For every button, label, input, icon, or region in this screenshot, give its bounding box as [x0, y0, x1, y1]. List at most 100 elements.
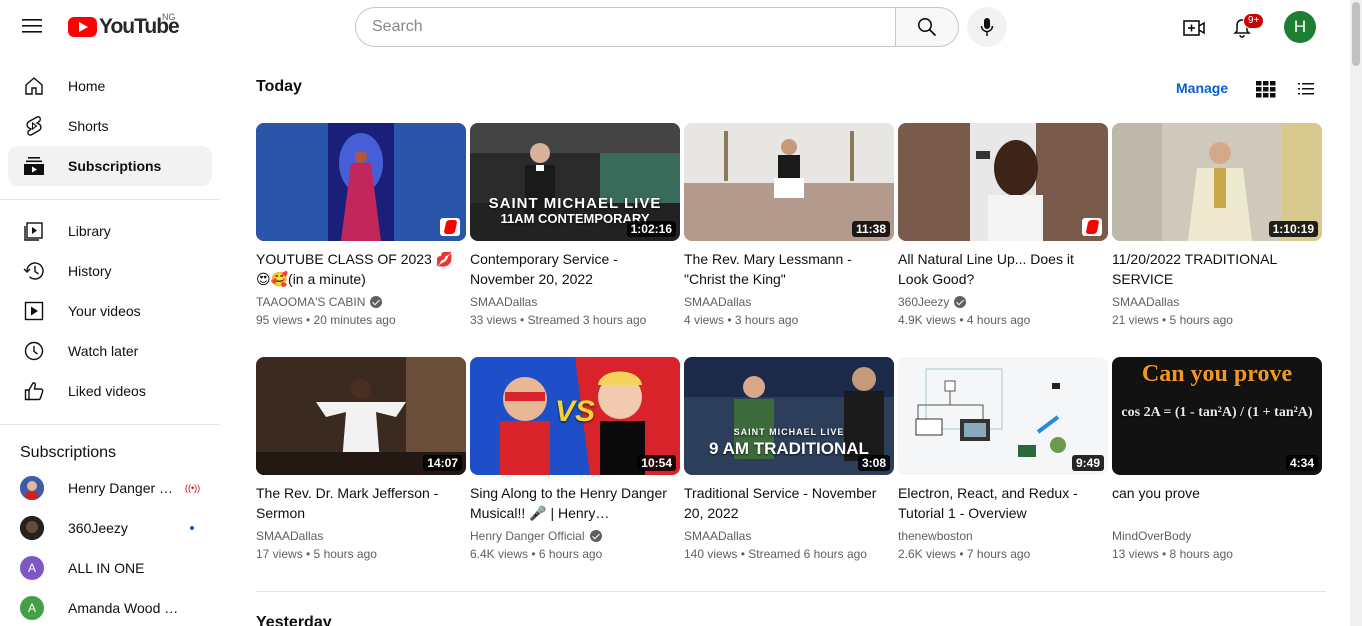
video-thumbnail[interactable]: SAINT MICHAEL LIVE 11AM CONTEMPORARY 1:0…: [470, 123, 680, 241]
history-icon: [22, 259, 46, 283]
video-thumbnail[interactable]: 9:49: [898, 357, 1108, 475]
video-thumbnail[interactable]: VS 10:54: [470, 357, 680, 475]
create-button[interactable]: [1174, 8, 1214, 48]
video-meta: 6.4K views • 6 hours ago: [470, 547, 603, 561]
channel-name[interactable]: MindOverBody: [1112, 527, 1322, 545]
video-meta: 2.6K views • 7 hours ago: [898, 547, 1031, 561]
shorts-badge-icon: [440, 218, 460, 236]
video-title[interactable]: YOUTUBE CLASS OF 2023 💋 😍🥰(in a minute): [256, 249, 466, 289]
account-avatar[interactable]: H: [1284, 11, 1316, 43]
channel-name-text: 360Jeezy: [898, 295, 950, 309]
video-title[interactable]: The Rev. Mary Lessmann - "Christ the Kin…: [684, 249, 894, 289]
video-duration: 1:02:16: [626, 221, 676, 237]
sidebar-item-library[interactable]: Library: [8, 211, 212, 251]
channel-name[interactable]: SMAADallas: [684, 527, 894, 545]
sidebar-sub-all-in-one[interactable]: A ALL IN ONE: [8, 548, 212, 588]
video-duration: 9:49: [1071, 455, 1104, 471]
microphone-icon: [980, 18, 994, 36]
video-thumbnail[interactable]: 11:38: [684, 123, 894, 241]
channel-name[interactable]: thenewboston: [898, 527, 1108, 545]
channel-name[interactable]: TAAOOMA'S CABIN: [256, 293, 466, 311]
video-thumbnail[interactable]: 14:07: [256, 357, 466, 475]
video-card[interactable]: All Natural Line Up... Does it Look Good…: [898, 123, 1108, 329]
video-card[interactable]: 9:49 Electron, React, and Redux - Tutori…: [898, 357, 1108, 563]
video-thumbnail[interactable]: 1:10:19: [1112, 123, 1322, 241]
voice-search-button[interactable]: [967, 7, 1007, 47]
sidebar-item-subscriptions[interactable]: Subscriptions: [8, 146, 212, 186]
video-title[interactable]: can you prove: [1112, 483, 1322, 523]
video-duration: 4:34: [1285, 455, 1318, 471]
video-meta: 13 views • 8 hours ago: [1112, 547, 1233, 561]
manage-link[interactable]: Manage: [1176, 80, 1228, 96]
video-thumbnail[interactable]: SAINT MICHAEL LIVE 9 AM TRADITIONAL 3:08: [684, 357, 894, 475]
channel-name[interactable]: SMAADallas: [470, 293, 680, 311]
video-title[interactable]: Traditional Service - November 20, 2022: [684, 483, 894, 523]
country-code: NG: [162, 12, 176, 22]
channel-name[interactable]: SMAADallas: [1112, 293, 1322, 311]
sidebar-sub-amanda-wood-vlogs[interactable]: A Amanda Wood Vlogs: [8, 588, 212, 626]
page-scrollbar[interactable]: [1350, 0, 1362, 626]
video-thumbnail[interactable]: [898, 123, 1108, 241]
live-indicator-icon: ((•)): [185, 483, 201, 493]
video-thumbnail[interactable]: [256, 123, 466, 241]
sidebar-item-home[interactable]: Home: [8, 66, 212, 106]
video-title[interactable]: All Natural Line Up... Does it Look Good…: [898, 249, 1108, 289]
channel-name-text: thenewboston: [898, 529, 973, 543]
video-meta: 17 views • 5 hours ago: [256, 547, 377, 561]
video-title[interactable]: Contemporary Service - November 20, 2022: [470, 249, 680, 289]
sidebar-item-liked-videos[interactable]: Liked videos: [8, 371, 212, 411]
channel-name-text: SMAADallas: [470, 295, 538, 309]
video-card[interactable]: Can you prove cos 2A = (1 - tan²A) / (1 …: [1112, 357, 1322, 563]
scrollbar-thumb[interactable]: [1352, 2, 1360, 66]
video-thumbnail[interactable]: Can you prove cos 2A = (1 - tan²A) / (1 …: [1112, 357, 1322, 475]
channel-name-text: SMAADallas: [256, 529, 324, 543]
thumbnail-overlay-text: Can you prove: [1141, 361, 1293, 387]
menu-button[interactable]: [12, 6, 52, 46]
grid-view-button[interactable]: [1255, 80, 1277, 98]
channel-name[interactable]: SMAADallas: [684, 293, 894, 311]
video-title[interactable]: The Rev. Dr. Mark Jefferson - Sermon: [256, 483, 466, 523]
video-card[interactable]: YOUTUBE CLASS OF 2023 💋 😍🥰(in a minute) …: [256, 123, 466, 329]
video-card[interactable]: SAINT MICHAEL LIVE 11AM CONTEMPORARY 1:0…: [470, 123, 680, 329]
sidebar-sub-henry-danger[interactable]: Henry Danger O... ((•)): [8, 468, 212, 508]
sidebar-item-history[interactable]: History: [8, 251, 212, 291]
grid-icon: [1256, 81, 1276, 98]
video-card[interactable]: 14:07 The Rev. Dr. Mark Jefferson - Serm…: [256, 357, 466, 563]
sidebar-item-watch-later[interactable]: Watch later: [8, 331, 212, 371]
sidebar: Home Shorts Subscriptions Library Histor…: [0, 56, 224, 626]
video-title[interactable]: Electron, React, and Redux - Tutorial 1 …: [898, 483, 1108, 523]
sidebar-item-label: Library: [68, 223, 111, 239]
list-view-button[interactable]: [1295, 80, 1317, 98]
video-card[interactable]: 11:38 The Rev. Mary Lessmann - "Christ t…: [684, 123, 894, 329]
search-input[interactable]: [372, 18, 895, 36]
sidebar-item-your-videos[interactable]: Your videos: [8, 291, 212, 331]
verified-icon: [589, 530, 602, 542]
subscriptions-icon: [22, 154, 46, 178]
verified-icon: [370, 296, 383, 308]
search-button[interactable]: [895, 7, 959, 47]
video-meta: 4.9K views • 4 hours ago: [898, 313, 1031, 327]
section-title-yesterday: Yesterday: [256, 614, 332, 626]
library-icon: [22, 219, 46, 243]
sidebar-sub-label: 360Jeezy: [68, 520, 128, 536]
channel-name[interactable]: SMAADallas: [256, 527, 466, 545]
search-icon: [918, 18, 937, 37]
thumbnail-overlay-text: SAINT MICHAEL LIVE: [733, 427, 845, 437]
new-content-dot: [190, 526, 194, 530]
sidebar-item-shorts[interactable]: Shorts: [8, 106, 212, 146]
channel-name[interactable]: 360Jeezy: [898, 293, 1108, 311]
sidebar-sub-360jeezy[interactable]: 360Jeezy: [8, 508, 212, 548]
video-card[interactable]: VS 10:54 Sing Along to the Henry Danger …: [470, 357, 680, 563]
sidebar-divider: [0, 199, 220, 200]
notifications-button[interactable]: 9+: [1222, 8, 1265, 48]
channel-name[interactable]: Henry Danger Official: [470, 527, 680, 545]
video-card[interactable]: SAINT MICHAEL LIVE 9 AM TRADITIONAL 3:08…: [684, 357, 894, 563]
video-title[interactable]: 11/20/2022 TRADITIONAL SERVICE: [1112, 249, 1322, 289]
sidebar-item-label: Shorts: [68, 118, 109, 134]
channel-name-text: Henry Danger Official: [470, 529, 585, 543]
sidebar-sub-label: ALL IN ONE: [68, 560, 145, 576]
video-card[interactable]: 1:10:19 11/20/2022 TRADITIONAL SERVICE S…: [1112, 123, 1322, 329]
section-divider: [256, 591, 1326, 592]
video-duration: 14:07: [423, 455, 462, 471]
video-title[interactable]: Sing Along to the Henry Danger Musical!!…: [470, 483, 680, 523]
